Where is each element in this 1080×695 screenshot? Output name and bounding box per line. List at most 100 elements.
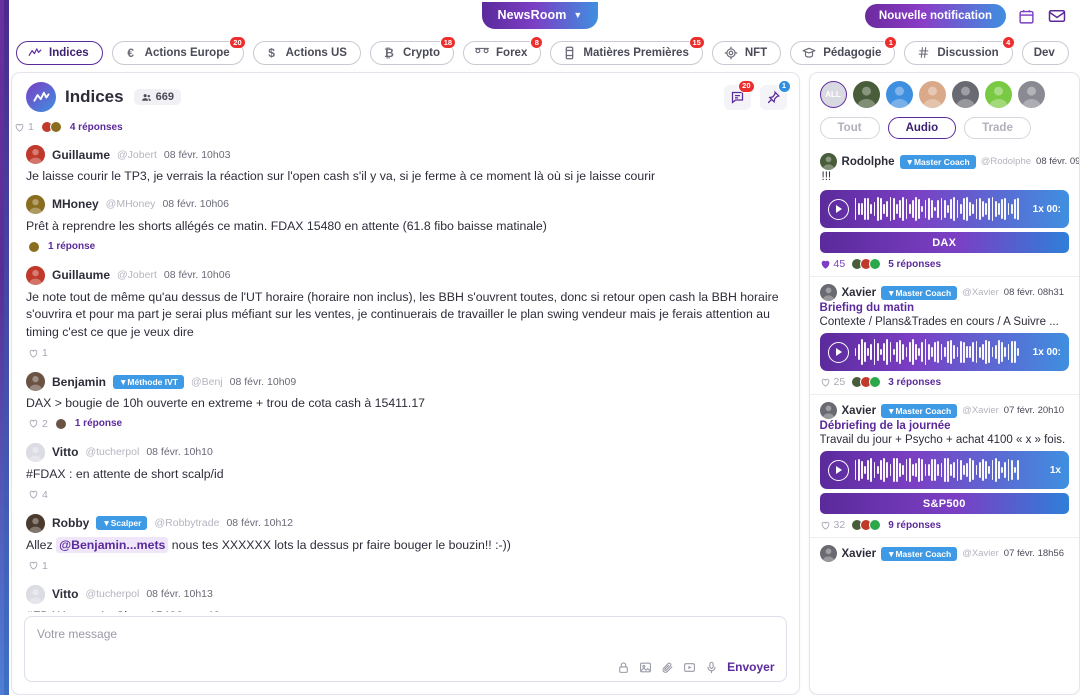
thread-reaction-row: 1 4 réponses — [12, 118, 799, 139]
tab-forex[interactable]: Forex 8 — [463, 36, 544, 65]
comments-icon[interactable]: 20 — [723, 79, 755, 110]
tab-p-dagogie[interactable]: Pédagogie 1 — [790, 36, 898, 65]
avatar-filter[interactable] — [885, 81, 913, 108]
avatar-filter-all[interactable]: ALL — [819, 81, 847, 108]
replies-link[interactable]: 4 réponses — [70, 122, 123, 133]
like-control[interactable]: 25 — [820, 376, 845, 388]
audio-post-header: Xavier ▼Master Coach @Xavier 07 févr. 18h56 — [819, 545, 1069, 562]
instrument-tag[interactable]: DAX — [819, 232, 1069, 253]
audio-post-author[interactable]: Xavier — [842, 405, 877, 417]
composer-actions: Envoyer — [617, 660, 775, 674]
play-icon[interactable] — [827, 341, 849, 363]
like-control[interactable]: 1 — [28, 560, 48, 572]
top-bar-right-actions: Nouvelle notification — [864, 4, 1066, 28]
like-control[interactable]: 4 — [28, 489, 48, 501]
message-composer[interactable]: Votre message Envoyer — [24, 616, 787, 682]
like-control[interactable]: 2 — [28, 418, 48, 430]
audio-player[interactable]: 1x 00: — [819, 333, 1069, 371]
heart-icon — [29, 561, 38, 570]
avatar[interactable] — [26, 372, 45, 392]
filter-tout[interactable]: Tout — [819, 117, 880, 139]
avatar-filter[interactable] — [951, 81, 979, 108]
avatar[interactable] — [819, 153, 837, 170]
replies-link[interactable]: 9 réponses — [888, 520, 941, 531]
user-mention[interactable]: @Benjamin...mets — [56, 536, 169, 553]
message-author[interactable]: Benjamin — [52, 375, 106, 389]
left-rail-inner — [4, 0, 9, 695]
tab-nft[interactable]: NFT — [711, 41, 782, 65]
newsroom-dropdown[interactable]: NewsRoom ▼ — [481, 1, 599, 29]
playback-speed[interactable]: 1x 00: — [1033, 347, 1061, 358]
microphone-icon[interactable] — [705, 661, 718, 674]
filter-audio[interactable]: Audio — [887, 117, 957, 139]
replies-link[interactable]: 5 réponses — [888, 259, 941, 270]
audio-post-author[interactable]: Xavier — [842, 287, 877, 299]
avatar[interactable] — [819, 284, 837, 301]
tab-discussion[interactable]: Discussion 4 — [904, 36, 1015, 65]
avatar[interactable] — [26, 513, 45, 533]
tab-mati-res-premi-res[interactable]: Matières Premières 15 — [550, 36, 705, 65]
like-control[interactable]: 45 — [820, 258, 845, 270]
mail-icon[interactable] — [1047, 7, 1066, 26]
message-text: #FDAX : en attente de short scalp/id — [26, 466, 224, 481]
tab-crypto[interactable]: ₿ Crypto 18 — [369, 36, 457, 65]
message-author[interactable]: Guillaume — [52, 148, 110, 162]
image-icon[interactable] — [639, 661, 652, 674]
audio-post-header: Xavier ▼Master Coach @Xavier 07 févr. 20h10 — [819, 402, 1069, 419]
tab-label: Actions Europe — [144, 46, 230, 59]
play-icon[interactable] — [827, 198, 849, 220]
role-badge: ▼Master Coach — [881, 546, 958, 561]
avatar-filter[interactable] — [984, 81, 1012, 108]
audio-post-author[interactable]: Xavier — [842, 548, 877, 560]
audio-player[interactable]: 1x — [819, 451, 1069, 489]
avatar-filter[interactable] — [1017, 81, 1045, 108]
avatar — [869, 519, 882, 531]
instrument-tag[interactable]: S&P500 — [819, 493, 1069, 514]
avatar-filter[interactable] — [918, 81, 946, 108]
waveform[interactable] — [854, 339, 1027, 365]
audio-player[interactable]: 1x 00: — [819, 190, 1069, 228]
message-author[interactable]: Vitto — [52, 445, 78, 459]
message-author[interactable]: Robby — [52, 516, 89, 530]
avatar[interactable] — [26, 145, 45, 164]
avatar[interactable] — [26, 584, 45, 604]
role-badge: ▼Master Coach — [899, 154, 976, 169]
message-author[interactable]: Guillaume — [52, 268, 110, 282]
play-icon[interactable] — [827, 459, 849, 481]
tab-actions-europe[interactable]: € Actions Europe 20 — [111, 36, 246, 65]
message-author[interactable]: Vitto — [52, 587, 78, 601]
avatar-filter[interactable] — [852, 81, 880, 108]
avatar[interactable] — [26, 194, 45, 214]
pin-icon[interactable]: 1 — [759, 79, 791, 110]
avatar[interactable] — [819, 402, 837, 419]
new-notification-button[interactable]: Nouvelle notification — [864, 4, 1006, 28]
playback-speed[interactable]: 1x — [1050, 465, 1061, 476]
waveform[interactable] — [854, 457, 1044, 483]
playback-speed[interactable]: 1x 00: — [1033, 204, 1061, 215]
tab-dev[interactable]: Dev — [1021, 41, 1069, 65]
waveform[interactable] — [854, 196, 1027, 222]
category-tabs: Indices € Actions Europe 20 $ Actions US ₿ Cryp… — [0, 30, 1080, 70]
filter-trade[interactable]: Trade — [964, 117, 1031, 139]
like-control[interactable]: 1 — [14, 121, 34, 133]
avatar[interactable] — [819, 545, 837, 562]
send-button[interactable]: Envoyer — [727, 660, 774, 674]
calendar-icon[interactable] — [1017, 7, 1036, 26]
like-control[interactable]: 32 — [820, 519, 845, 531]
tab-indices[interactable]: Indices — [16, 41, 103, 65]
replies-link[interactable]: 1 réponse — [75, 418, 122, 429]
message-text: DAX > bougie de 10h ouverte en extreme +… — [26, 396, 426, 411]
responder-avatars — [851, 258, 882, 270]
replies-link[interactable]: 1 réponse — [48, 241, 95, 252]
replies-link[interactable]: 3 réponses — [888, 377, 941, 388]
message-author[interactable]: MHoney — [52, 197, 99, 211]
lock-icon[interactable] — [617, 661, 630, 674]
avatar[interactable] — [26, 442, 45, 462]
audio-post-header: Rodolphe ▼Master Coach @Rodolphe 08 févr. 0… — [819, 153, 1079, 170]
like-control[interactable]: 1 — [28, 347, 48, 359]
avatar[interactable] — [26, 265, 45, 285]
video-icon[interactable] — [683, 661, 696, 674]
attachment-icon[interactable] — [661, 661, 674, 674]
audio-post-author[interactable]: Rodolphe — [842, 156, 895, 168]
tab-actions-us[interactable]: $ Actions US — [252, 41, 361, 65]
